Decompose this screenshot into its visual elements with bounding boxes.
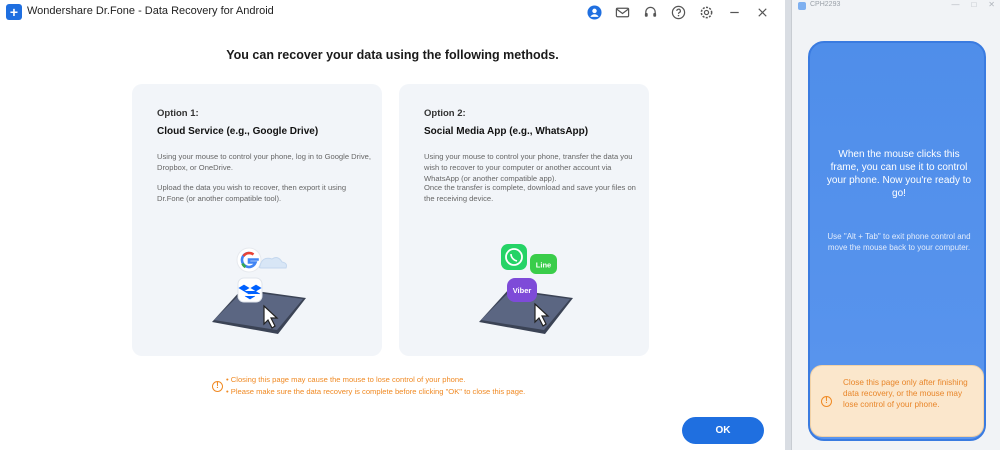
option-description: Upload the data you wish to recover, the… [157, 183, 347, 203]
warning-icon: ! [821, 396, 832, 407]
phone-control-message: When the mouse clicks this frame, you ca… [826, 149, 972, 199]
ok-button[interactable]: OK [682, 417, 764, 444]
phone-window-title: CPH2293 [810, 1, 841, 8]
option-description: Once the transfer is complete, download … [424, 183, 636, 203]
option-card-social: Option 2: Social Media App (e.g., WhatsA… [399, 84, 649, 356]
option-title: Social Media App (e.g., WhatsApp) [424, 126, 589, 137]
phone-alert-text: Close this page only after finishing dat… [843, 378, 968, 409]
phone-titlebar: CPH2293 — □ ✕ [792, 0, 1000, 12]
phone-mirror-window: CPH2293 — □ ✕ When the mouse clicks this… [791, 0, 1000, 450]
social-app-illustration: Line Viber [479, 244, 573, 334]
option-title: Cloud Service (e.g., Google Drive) [157, 126, 319, 137]
phone-window-controls: — □ ✕ [951, 0, 995, 9]
notice-line: • Closing this page may cause the mouse … [226, 375, 466, 384]
close-icon[interactable] [751, 2, 773, 22]
dropbox-icon [237, 277, 263, 303]
line-icon: Line [530, 254, 557, 274]
minimize-icon[interactable] [723, 2, 745, 22]
cloud-service-illustration [212, 247, 306, 334]
warning-icon: ! [212, 381, 223, 392]
viber-label: Viber [513, 286, 532, 295]
onedrive-icon [258, 257, 287, 269]
notice-line: • Please make sure the data recovery is … [226, 387, 526, 396]
phone-exit-hint: Use "Alt + Tab" to exit phone control an… [827, 232, 971, 252]
maximize-icon[interactable]: □ [971, 0, 976, 9]
mail-icon[interactable] [611, 2, 633, 22]
phone-screen-frame[interactable]: When the mouse clicks this frame, you ca… [808, 41, 986, 441]
headset-icon[interactable] [639, 2, 661, 22]
google-icon [236, 247, 262, 273]
option-label: Option 2: [424, 108, 466, 119]
phone-window-icon [798, 2, 806, 10]
viber-icon: Viber [507, 278, 537, 302]
page-headline: You can recover your data using the foll… [226, 48, 559, 62]
drfone-logo-icon: + [6, 4, 22, 20]
option-description: Using your mouse to control your phone, … [424, 152, 633, 183]
option-label: Option 1: [157, 108, 199, 119]
help-icon[interactable] [667, 2, 689, 22]
whatsapp-icon [501, 244, 527, 270]
titlebar: + Wondershare Dr.Fone - Data Recovery fo… [0, 0, 785, 24]
settings-icon[interactable] [695, 2, 717, 22]
main-window: + Wondershare Dr.Fone - Data Recovery fo… [0, 0, 785, 450]
account-icon[interactable] [583, 2, 605, 22]
line-label: Line [536, 261, 551, 270]
minimize-icon[interactable]: — [951, 0, 959, 9]
phone-alert-box: ! Close this page only after finishing d… [810, 365, 984, 437]
option-card-cloud: Option 1: Cloud Service (e.g., Google Dr… [132, 84, 382, 356]
titlebar-icons [583, 2, 773, 22]
app-title: Wondershare Dr.Fone - Data Recovery for … [27, 5, 274, 17]
close-icon[interactable]: ✕ [988, 0, 995, 9]
option-description: Using your mouse to control your phone, … [157, 152, 372, 172]
